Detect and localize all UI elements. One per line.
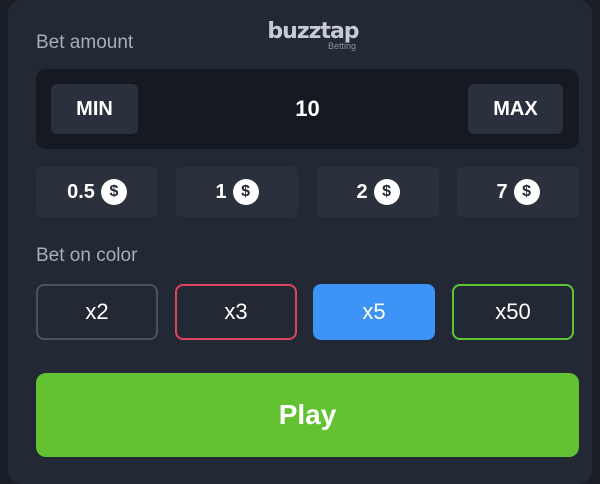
color-option-x50-button[interactable]: x50 [452,284,574,340]
quick-amount-0-5-button[interactable]: 0.5 $ [36,167,158,217]
color-option-x3-button[interactable]: x3 [175,284,297,340]
brand-sub: Betting [327,41,356,51]
color-option-x5-button[interactable]: x5 [313,284,435,340]
dollar-coin-icon: $ [513,179,540,205]
bet-amount-label: Bet amount [36,32,134,53]
bet-amount-box: MIN 10 MAX [36,69,579,149]
quick-amount-value: 7 [496,180,508,203]
bet-panel: buzztap Betting Bet amount MIN 10 MAX 0.… [8,0,592,484]
quick-amount-value: 1 [215,180,227,203]
max-button[interactable]: MAX [468,84,563,134]
bet-amount-value[interactable]: 10 [216,84,399,134]
bet-on-color-label: Bet on color [36,245,138,266]
quick-amount-1-button[interactable]: 1 $ [176,167,298,217]
play-button[interactable]: Play [36,373,579,457]
brand-logo: buzztap Betting [258,20,368,64]
quick-amount-value: 2 [356,180,368,203]
quick-amount-2-button[interactable]: 2 $ [317,167,439,217]
dollar-coin-icon: $ [232,179,259,205]
dollar-coin-icon: $ [373,179,400,205]
color-option-x2-button[interactable]: x2 [36,284,158,340]
min-button[interactable]: MIN [51,84,138,134]
quick-amount-value: 0.5 [67,180,95,203]
quick-amount-7-button[interactable]: 7 $ [457,167,579,217]
dollar-coin-icon: $ [100,179,127,205]
